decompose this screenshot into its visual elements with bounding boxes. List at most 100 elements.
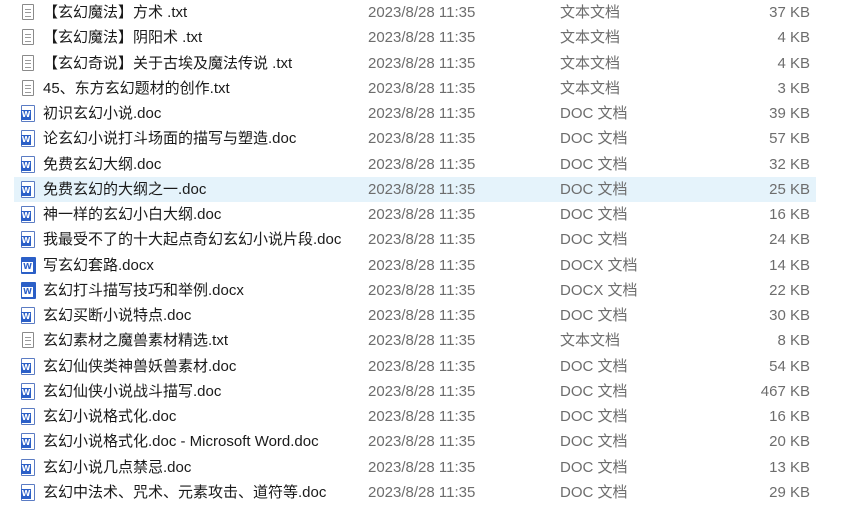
file-row[interactable]: 【玄幻魔法】方术 .txt 2023/8/28 11:35 文本文档 37 KB <box>14 0 816 25</box>
word-doc-icon: W <box>20 483 38 502</box>
file-row[interactable]: W 玄幻中法术、咒术、元素攻击、道符等.doc 2023/8/28 11:35 DOC… <box>14 480 816 505</box>
word-doc-icon: W <box>20 408 38 426</box>
file-name: 免费玄幻大纲.doc <box>43 155 162 173</box>
file-modified-date: 2023/8/28 11:35 <box>368 458 476 476</box>
file-type: DOC 文档 <box>560 458 628 476</box>
file-size: 8 KB <box>777 332 810 350</box>
word-doc-icon: W <box>20 382 38 401</box>
file-type: DOCX 文档 <box>560 281 638 299</box>
file-type: DOC 文档 <box>560 130 628 148</box>
file-list: 【玄幻魔法】方术 .txt 2023/8/28 11:35 文本文档 37 KB 【玄幻… <box>0 0 860 515</box>
file-size: 32 KB <box>769 155 810 173</box>
file-modified-date: 2023/8/28 11:35 <box>368 155 476 173</box>
file-name: 玄幻小说几点禁忌.doc <box>43 458 192 476</box>
file-row[interactable]: 【玄幻奇说】关于古埃及魔法传说 .txt 2023/8/28 11:35 文本文档 4… <box>14 51 816 76</box>
file-type: 文本文档 <box>560 29 621 47</box>
file-row[interactable]: 玄幻素材之魔兽素材精选.txt 2023/8/28 11:35 文本文档 8 KB <box>14 328 816 353</box>
word-docx-icon: W <box>20 256 38 275</box>
file-row[interactable]: W 神一样的玄幻小白大纲.doc 2023/8/28 11:35 DOC 文档 16 K… <box>14 202 816 227</box>
file-size: 3 KB <box>777 79 810 97</box>
file-row[interactable]: W 玄幻小说格式化.doc - Microsoft Word.doc 2023/8/… <box>14 429 816 454</box>
file-type: DOCX 文档 <box>560 256 638 274</box>
file-modified-date: 2023/8/28 11:35 <box>368 357 476 375</box>
file-name: 玄幻小说格式化.doc <box>43 408 177 425</box>
file-size: 29 KB <box>769 483 810 501</box>
file-type: DOC 文档 <box>560 307 628 324</box>
file-size: 39 KB <box>769 105 810 122</box>
file-name: 写玄幻套路.docx <box>43 256 154 274</box>
text-file-icon <box>20 29 38 47</box>
word-doc-icon: W <box>20 357 38 376</box>
file-name: 玄幻仙侠类神兽妖兽素材.doc <box>43 357 237 375</box>
file-name: 初识玄幻小说.doc <box>43 105 162 122</box>
word-doc-icon: W <box>20 458 38 477</box>
word-doc-icon: W <box>20 130 38 148</box>
file-type: DOC 文档 <box>560 408 628 425</box>
file-modified-date: 2023/8/28 11:35 <box>368 483 476 501</box>
file-type: DOC 文档 <box>560 105 628 122</box>
file-name: 免费玄幻的大纲之一.doc <box>43 180 207 198</box>
file-size: 14 KB <box>769 256 810 274</box>
file-row[interactable]: W 玄幻仙侠类神兽妖兽素材.doc 2023/8/28 11:35 DOC 文档 54 … <box>14 354 816 379</box>
file-name: 论玄幻小说打斗场面的描写与塑造.doc <box>43 130 297 148</box>
word-docx-icon: W <box>20 281 38 300</box>
file-type: DOC 文档 <box>560 357 628 375</box>
file-type: DOC 文档 <box>560 180 628 198</box>
word-doc-icon: W <box>20 180 38 199</box>
file-row[interactable]: W 论玄幻小说打斗场面的描写与塑造.doc 2023/8/28 11:35 DOC 文… <box>14 126 816 151</box>
file-modified-date: 2023/8/28 11:35 <box>368 307 476 324</box>
file-modified-date: 2023/8/28 11:35 <box>368 180 476 198</box>
file-modified-date: 2023/8/28 11:35 <box>368 29 476 47</box>
file-name: 玄幻中法术、咒术、元素攻击、道符等.doc <box>43 483 327 501</box>
word-doc-icon: W <box>20 206 38 224</box>
file-size: 54 KB <box>769 357 810 375</box>
file-size: 4 KB <box>777 54 810 72</box>
file-row[interactable]: W 玄幻打斗描写技巧和举例.docx 2023/8/28 11:35 DOCX 文档 2… <box>14 278 816 303</box>
word-doc-icon: W <box>20 155 38 174</box>
file-type: DOC 文档 <box>560 483 628 501</box>
file-row[interactable]: W 玄幻仙侠小说战斗描写.doc 2023/8/28 11:35 DOC 文档 467 … <box>14 379 816 404</box>
text-file-icon <box>20 79 38 98</box>
file-size: 13 KB <box>769 458 810 476</box>
file-row[interactable]: 45、东方玄幻题材的创作.txt 2023/8/28 11:35 文本文档 3 KB <box>14 76 816 101</box>
word-doc-icon: W <box>20 105 38 123</box>
file-row[interactable]: W 免费玄幻的大纲之一.doc 2023/8/28 11:35 DOC 文档 25 KB <box>14 176 816 202</box>
file-name: 【玄幻魔法】方术 .txt <box>43 4 188 21</box>
text-file-icon <box>20 54 38 73</box>
file-row[interactable]: W 玄幻买断小说特点.doc 2023/8/28 11:35 DOC 文档 30 KB <box>14 303 816 328</box>
file-size: 25 KB <box>769 180 810 198</box>
word-doc-icon: W <box>20 307 38 325</box>
file-name: 玄幻打斗描写技巧和举例.docx <box>43 281 244 299</box>
file-size: 57 KB <box>769 130 810 148</box>
text-file-icon <box>20 4 38 22</box>
file-size: 20 KB <box>769 433 810 451</box>
file-type: DOC 文档 <box>560 433 628 451</box>
text-file-icon <box>20 332 38 350</box>
file-size: 16 KB <box>769 408 810 425</box>
file-row[interactable]: W 玄幻小说几点禁忌.doc 2023/8/28 11:35 DOC 文档 13 KB <box>14 455 816 480</box>
file-modified-date: 2023/8/28 11:35 <box>368 231 476 249</box>
file-type: 文本文档 <box>560 79 621 97</box>
file-type: DOC 文档 <box>560 155 628 173</box>
file-type: 文本文档 <box>560 332 621 350</box>
file-row[interactable]: W 玄幻小说格式化.doc 2023/8/28 11:35 DOC 文档 16 KB <box>14 404 816 429</box>
file-modified-date: 2023/8/28 11:35 <box>368 206 476 223</box>
file-modified-date: 2023/8/28 11:35 <box>368 4 476 21</box>
file-row[interactable]: W 写玄幻套路.docx 2023/8/28 11:35 DOCX 文档 14 KB <box>14 253 816 278</box>
file-size: 30 KB <box>769 307 810 324</box>
file-row[interactable]: W 初识玄幻小说.doc 2023/8/28 11:35 DOC 文档 39 KB <box>14 101 816 126</box>
file-row[interactable]: W 免费玄幻大纲.doc 2023/8/28 11:35 DOC 文档 32 KB <box>14 152 816 177</box>
file-name: 玄幻仙侠小说战斗描写.doc <box>43 382 222 400</box>
file-modified-date: 2023/8/28 11:35 <box>368 130 476 148</box>
file-name: 玄幻素材之魔兽素材精选.txt <box>43 332 229 350</box>
file-type: DOC 文档 <box>560 206 628 223</box>
file-row[interactable]: 【玄幻魔法】阴阳术 .txt 2023/8/28 11:35 文本文档 4 KB <box>14 25 816 50</box>
file-modified-date: 2023/8/28 11:35 <box>368 433 476 451</box>
word-doc-icon: W <box>20 231 38 249</box>
file-type: 文本文档 <box>560 4 621 21</box>
file-modified-date: 2023/8/28 11:35 <box>368 382 476 400</box>
file-name: 45、东方玄幻题材的创作.txt <box>43 79 230 97</box>
file-row[interactable]: W 我最受不了的十大起点奇幻玄幻小说片段.doc 2023/8/28 11:35 DO… <box>14 227 816 252</box>
file-modified-date: 2023/8/28 11:35 <box>368 256 476 274</box>
file-name: 【玄幻魔法】阴阳术 .txt <box>43 29 203 47</box>
